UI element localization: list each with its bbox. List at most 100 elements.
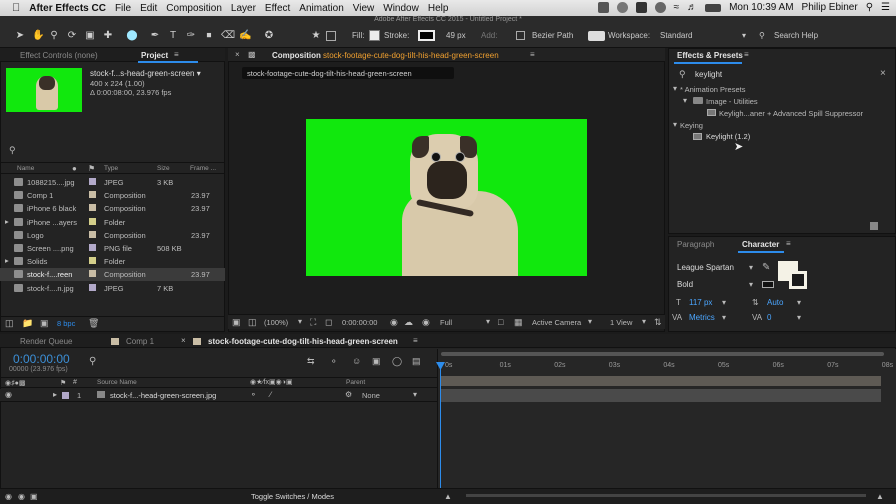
font-size-value[interactable]: 117 px <box>689 298 712 307</box>
menu-view[interactable]: View <box>353 3 375 14</box>
bezier-checkbox[interactable] <box>516 31 525 40</box>
apple-menu-icon[interactable]:  <box>12 2 20 14</box>
selection-tool-icon[interactable]: ➤ <box>14 30 26 42</box>
label-swatch[interactable] <box>89 244 96 251</box>
project-item[interactable]: 1088215....jpg JPEG 3 KB <box>0 176 225 189</box>
display-icon[interactable] <box>635 2 647 13</box>
label-swatch[interactable] <box>89 230 96 238</box>
effects-panel-title[interactable]: Effects & Presets <box>677 51 743 60</box>
label-swatch[interactable] <box>89 217 96 225</box>
lock-icon[interactable]: ▩ <box>248 50 256 59</box>
fill-swatch[interactable] <box>369 30 380 41</box>
layer-visibility-icon[interactable]: ◉ <box>5 390 12 399</box>
label-swatch[interactable] <box>89 204 96 212</box>
battery-icon[interactable] <box>705 3 722 12</box>
always-preview-icon[interactable]: ▣ <box>232 317 241 328</box>
project-item[interactable]: Screen ....png PNG file 508 KB <box>0 242 225 255</box>
label-swatch[interactable] <box>89 191 96 199</box>
col-name[interactable]: Name <box>17 165 34 172</box>
status-icon[interactable] <box>597 2 609 13</box>
project-item[interactable]: ▸ iPhone ...ayers Folder <box>0 216 225 229</box>
tab-comp-1[interactable]: Comp 1 <box>126 337 154 346</box>
zoom-tool-icon[interactable]: ⚲ <box>48 30 60 42</box>
frame-blending-icon[interactable]: ▣ <box>372 356 381 367</box>
layer-row[interactable]: ◉ ▸ 1 stock-f...-head-green-screen.jpg ⚬… <box>0 389 437 402</box>
tree-keying[interactable]: Keying <box>680 121 703 130</box>
tab-character[interactable]: Character <box>742 240 779 249</box>
project-item[interactable]: stock-f....n.jpg JPEG 7 KB <box>0 282 225 295</box>
font-family-select[interactable]: League Spartan <box>677 263 734 272</box>
layer-name[interactable]: stock-f...-head-green-screen.jpg <box>110 391 216 400</box>
delete-icon[interactable]: 🗑 <box>88 318 99 329</box>
timeline-search-icon[interactable]: ⚲ <box>89 356 96 367</box>
stroke-color-swatch[interactable] <box>789 271 807 289</box>
resolution-select[interactable]: Full <box>440 318 452 327</box>
style-chevron-icon[interactable]: ▾ <box>749 280 753 289</box>
new-folder-icon[interactable]: 📁 <box>22 318 33 329</box>
font-style-select[interactable]: Bold <box>677 280 693 289</box>
workspace-icon[interactable] <box>588 31 605 41</box>
wifi-icon[interactable]: ≈ <box>674 2 680 13</box>
project-search-icon[interactable]: ⚲ <box>9 145 16 156</box>
new-comp-icon[interactable]: ▣ <box>40 318 49 329</box>
col-parent[interactable]: Parent <box>346 379 365 386</box>
project-item[interactable]: ▸ Solids Folder <box>0 255 225 268</box>
zoom-select[interactable]: (100%) <box>264 318 288 327</box>
safe-margins-icon[interactable]: ⛶ <box>310 317 316 328</box>
search-help-icon[interactable]: ⚲ <box>759 31 765 40</box>
roto-brush-tool-icon[interactable]: ✍ <box>239 30 251 42</box>
character-panel-menu-icon[interactable]: ≡ <box>786 239 791 248</box>
tab-project[interactable]: Project <box>141 51 168 60</box>
comp-name[interactable]: stock-footage-cute-dog-tilt-his-head-gre… <box>323 51 499 60</box>
snapping-icon[interactable]: ★ <box>310 30 322 42</box>
close-icon[interactable]: × <box>235 50 240 59</box>
effects-search-input[interactable]: keylight <box>695 70 722 79</box>
project-item[interactable]: iPhone 6 black Composition 23.97 <box>0 202 225 215</box>
clear-search-icon[interactable]: × <box>880 68 886 79</box>
work-area-bar[interactable] <box>441 376 881 386</box>
flowchart-icon[interactable]: ⇅ <box>654 317 662 328</box>
user-name[interactable]: Philip Ebiner <box>802 2 858 13</box>
tab-paragraph[interactable]: Paragraph <box>677 240 714 249</box>
menu-animation[interactable]: Animation <box>299 3 343 14</box>
resolution-chevron-icon[interactable]: ▾ <box>486 317 490 326</box>
col-frame[interactable]: Frame ... <box>190 165 216 172</box>
leading-chevron-icon[interactable]: ▾ <box>797 298 801 307</box>
menu-help[interactable]: Help <box>428 3 449 14</box>
view-chevron-icon[interactable]: ▾ <box>642 317 646 326</box>
parent-chevron-icon[interactable]: ▾ <box>413 390 417 399</box>
menu-window[interactable]: Window <box>383 3 419 14</box>
kerning-value[interactable]: Metrics <box>689 313 715 322</box>
view-select[interactable]: 1 View <box>610 318 632 327</box>
comp-panel-menu-icon[interactable]: ≡ <box>530 50 535 59</box>
camera-tool-icon[interactable]: ▣ <box>84 30 96 42</box>
camera-select[interactable]: Active Camera <box>532 318 581 327</box>
pen-tool-icon[interactable]: ✒ <box>149 30 161 42</box>
font-size-chevron-icon[interactable]: ▾ <box>722 298 726 307</box>
pan-behind-tool-icon[interactable]: ✚ <box>102 30 114 42</box>
tab-active-comp[interactable]: stock-footage-cute-dog-tilt-his-head-gre… <box>208 337 398 346</box>
comp-mini-flowchart-icon[interactable]: ⇆ <box>307 356 315 367</box>
stroke-width[interactable]: 49 px <box>446 31 466 40</box>
layer-quality-icon[interactable]: ∕ <box>270 390 271 399</box>
add-label[interactable]: Add: <box>481 31 497 40</box>
new-bin-icon[interactable] <box>870 222 878 230</box>
ellipse-tool-icon[interactable]: ⬤ <box>126 30 138 42</box>
search-help-input[interactable]: Search Help <box>774 31 818 40</box>
channel-icon[interactable]: ◉ <box>422 317 430 328</box>
stroke-swatch[interactable] <box>418 30 435 41</box>
workspace-chevron-icon[interactable]: ▾ <box>742 31 746 40</box>
label-swatch[interactable] <box>89 257 96 265</box>
show-snapshot-icon[interactable]: ☁ <box>404 317 413 328</box>
work-area-navigator[interactable] <box>441 352 884 356</box>
time-machine-icon[interactable] <box>654 2 666 13</box>
menu-file[interactable]: File <box>115 3 131 14</box>
tracking-value[interactable]: 0 <box>767 313 771 322</box>
font-chevron-icon[interactable]: ▾ <box>749 263 753 272</box>
clone-tool-icon[interactable]: ⏹ <box>203 30 215 42</box>
zoom-slider[interactable] <box>466 494 866 497</box>
sync-icon[interactable] <box>616 2 628 13</box>
layer-switches-icon[interactable]: ◉ <box>5 492 12 501</box>
camera-chevron-icon[interactable]: ▾ <box>588 317 592 326</box>
tab-composition[interactable]: Composition <box>272 51 321 60</box>
